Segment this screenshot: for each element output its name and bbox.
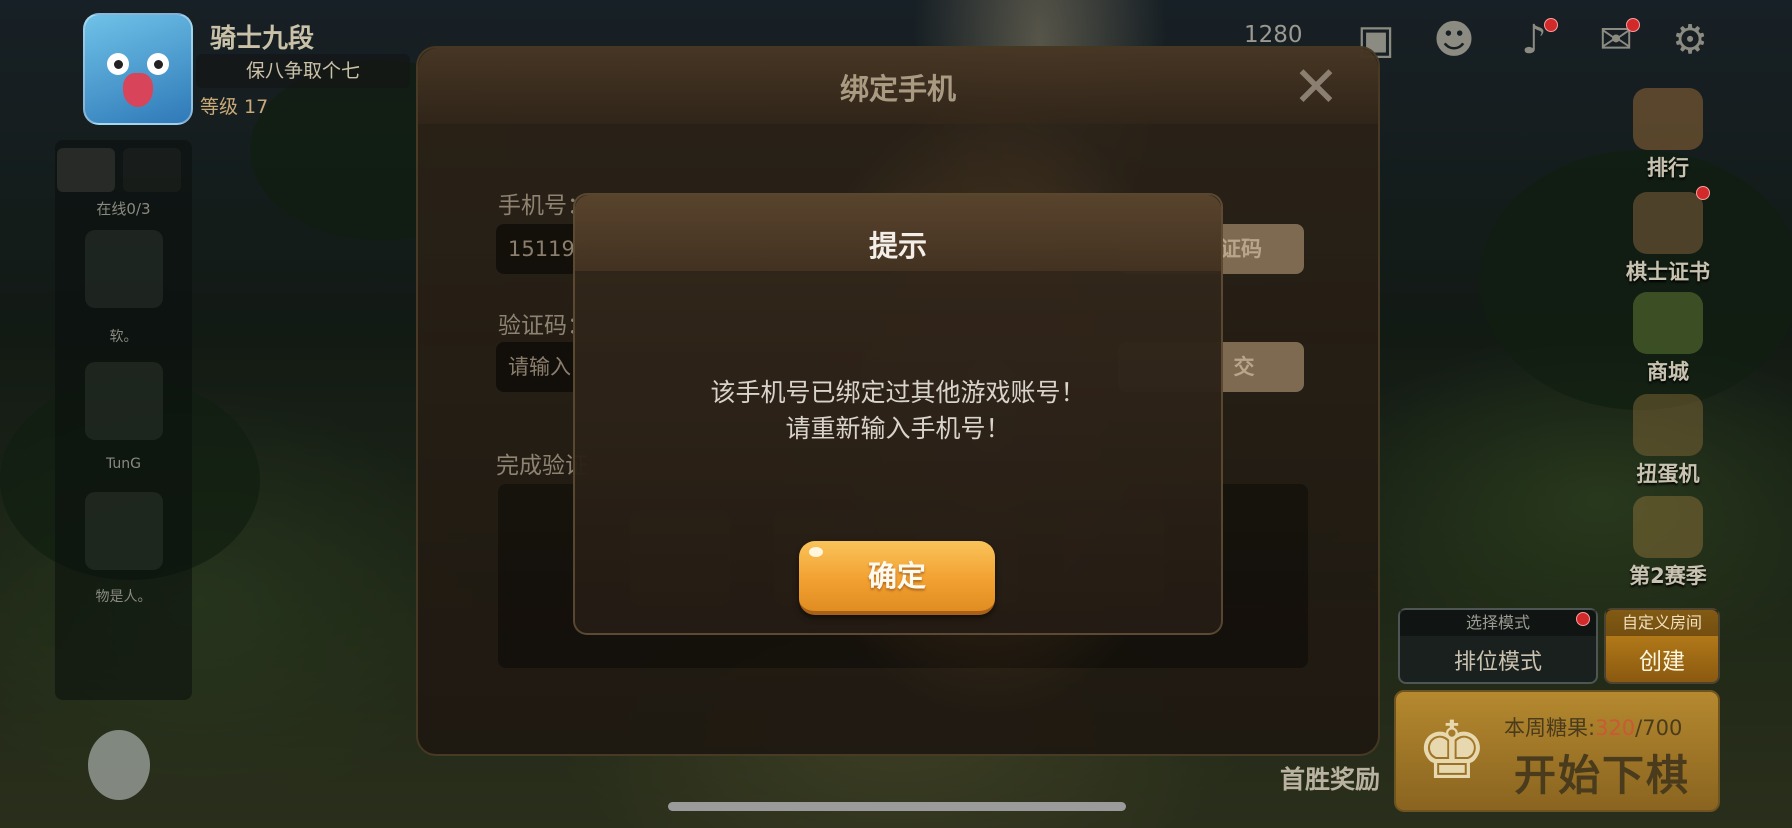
friends-panel: 在线0/3 软。 TunG 物是人。 (55, 140, 192, 700)
dialog-title: 绑定手机 (839, 72, 956, 106)
mode-select[interactable]: 选择模式 排位模式 (1398, 608, 1598, 684)
friends-tab[interactable] (57, 148, 115, 192)
rank-subtitle: 保八争取个七 (196, 54, 410, 88)
avatar-beak (123, 73, 153, 107)
side-label: 排行 (1647, 156, 1689, 180)
friends-icon[interactable]: ☻ (1428, 14, 1480, 66)
trophy-icon (1633, 88, 1703, 150)
season-icon (1633, 496, 1703, 558)
side-label: 商城 (1647, 360, 1689, 384)
mode-select-value: 排位模式 (1453, 650, 1542, 675)
candy-total: /700 (1635, 716, 1683, 740)
side-label: 第2赛季 (1629, 564, 1707, 588)
recent-tab[interactable] (123, 148, 181, 192)
coin-count: 1280 (1244, 22, 1303, 48)
gacha-icon (1633, 394, 1703, 456)
friend-avatar[interactable] (85, 492, 163, 570)
side-label: 扭蛋机 (1636, 462, 1700, 486)
friend-avatar[interactable] (85, 230, 163, 308)
home-indicator[interactable] (668, 802, 1126, 811)
rank-title: 骑士九段 (210, 24, 315, 54)
alert-title: 提示 (868, 229, 927, 263)
start-game-label: 开始下棋 (1514, 751, 1691, 800)
notification-dot (1544, 18, 1558, 32)
friend-name: 软。 (109, 329, 138, 345)
custom-room-create: 创建 (1639, 649, 1685, 675)
player-avatar[interactable] (83, 13, 193, 125)
side-item-season[interactable]: 第2赛季 (1618, 496, 1718, 590)
ok-button[interactable]: 确定 (799, 541, 995, 615)
settings-icon[interactable]: ⚙ (1664, 14, 1716, 66)
candy-prefix: 本周糖果: (1504, 716, 1596, 740)
shop-icon (1633, 292, 1703, 354)
first-win-reward[interactable]: 首胜奖励 (1280, 760, 1380, 796)
player-level: 等级 17 (200, 96, 269, 118)
custom-room-label: 自定义房间 (1606, 610, 1718, 636)
alert-dialog: 提示 该手机号已绑定过其他游戏账号！ 请重新输入手机号！ 确定 (573, 193, 1223, 635)
avatar-eye (107, 53, 129, 75)
alert-message-line1: 该手机号已绑定过其他游戏账号！ (710, 378, 1086, 407)
close-icon[interactable]: ✕ (1288, 60, 1344, 116)
friend-name: TunG (105, 456, 142, 472)
weekly-candy: 本周糖果:320/700 (1504, 712, 1682, 742)
notification-dot (1576, 612, 1590, 626)
side-item-gacha[interactable]: 扭蛋机 (1618, 394, 1718, 488)
mascot-icon[interactable] (88, 730, 150, 800)
side-item-rank[interactable]: 排行 (1618, 88, 1718, 182)
side-item-shop[interactable]: 商城 (1618, 292, 1718, 386)
online-count: 在线0/3 (96, 200, 151, 218)
candy-current: 320 (1595, 716, 1636, 740)
avatar-eye (147, 53, 169, 75)
certificate-icon (1633, 192, 1703, 254)
side-label: 棋士证书 (1626, 260, 1710, 284)
notification-dot (1696, 186, 1710, 200)
friend-name: 物是人。 (95, 589, 152, 605)
friend-avatar[interactable] (85, 362, 163, 440)
side-item-certificate[interactable]: 棋士证书 (1618, 192, 1718, 286)
start-game-button[interactable]: ♚ 本周糖果:320/700 开始下棋 (1394, 690, 1720, 812)
alert-message-line2: 请重新输入手机号！ (785, 414, 1011, 443)
notification-dot (1626, 18, 1640, 32)
custom-room-button[interactable]: 自定义房间 创建 (1604, 608, 1720, 684)
mode-select-label: 选择模式 (1400, 610, 1596, 636)
chess-king-icon: ♚ (1416, 704, 1488, 797)
